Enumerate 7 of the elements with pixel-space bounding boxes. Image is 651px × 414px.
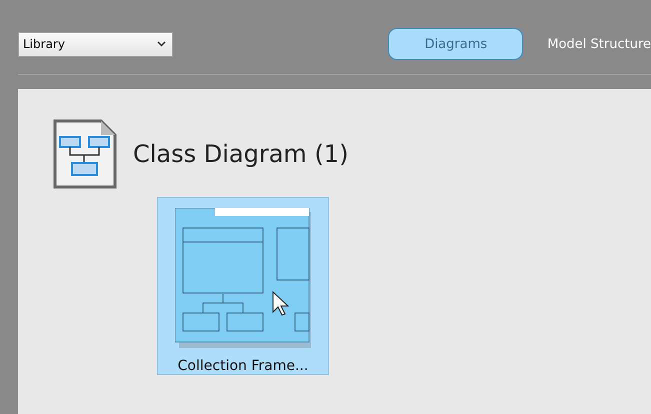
library-dropdown[interactable]: Library (18, 32, 173, 56)
section-title: Class Diagram (1) (133, 140, 348, 168)
class-diagram-icon (53, 119, 117, 189)
view-tab[interactable]: Model Structure (547, 28, 651, 60)
chevron-down-icon (157, 41, 166, 47)
diagram-item[interactable]: Collection Frame... (157, 197, 329, 375)
view-tab[interactable]: Diagrams (388, 28, 524, 60)
